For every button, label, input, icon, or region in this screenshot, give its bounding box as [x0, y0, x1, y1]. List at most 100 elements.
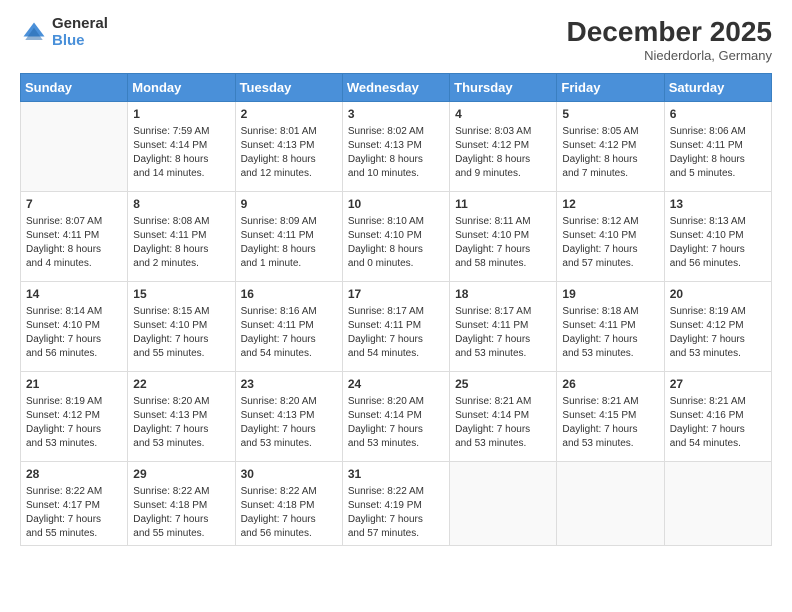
day-info: Sunrise: 7:59 AMSunset: 4:14 PMDaylight:… [133, 125, 229, 181]
col-sunday: Sunday [21, 74, 128, 102]
table-row: 29Sunrise: 8:22 AMSunset: 4:18 PMDayligh… [128, 462, 235, 546]
day-number: 27 [670, 376, 766, 393]
table-row: 10Sunrise: 8:10 AMSunset: 4:10 PMDayligh… [342, 192, 449, 282]
day-number: 7 [26, 196, 122, 213]
day-number: 25 [455, 376, 551, 393]
table-row: 12 Sunrise: 8:12 AMSunset: 4:10 PMDayligh… [557, 192, 664, 282]
table-row: 17Sunrise: 8:17 AMSunset: 4:11 PMDayligh… [342, 282, 449, 372]
day-number: 29 [133, 466, 229, 483]
table-row: 31 Sunrise: 8:22 AMSunset: 4:19 PMDayligh… [342, 462, 449, 546]
day-number: 15 [133, 286, 229, 303]
day-number: 28 [26, 466, 122, 483]
day-info: Sunrise: 8:12 AMSunset: 4:10 PMDaylight:… [562, 215, 658, 271]
table-row: 1 Sunrise: 7:59 AMSunset: 4:14 PMDaylight… [128, 102, 235, 192]
col-friday: Friday [557, 74, 664, 102]
day-info: Sunrise: 8:03 AMSunset: 4:12 PMDaylight:… [455, 125, 551, 181]
day-info: Sunrise: 8:17 AMSunset: 4:11 PMDaylight:… [455, 305, 551, 361]
day-number: 2 [241, 106, 337, 123]
page: General Blue December 2025 Niederdorla, … [0, 0, 792, 612]
day-info: Sunrise: 8:02 AMSunset: 4:13 PMDaylight:… [348, 125, 444, 181]
table-row: 2 Sunrise: 8:01 AMSunset: 4:13 PMDaylight… [235, 102, 342, 192]
day-number: 30 [241, 466, 337, 483]
table-row: 18 Sunrise: 8:17 AMSunset: 4:11 PMDayligh… [450, 282, 557, 372]
table-row: 26 Sunrise: 8:21 AMSunset: 4:15 PMDayligh… [557, 372, 664, 462]
day-info: Sunrise: 8:20 AMSunset: 4:13 PMDaylight:… [241, 395, 337, 451]
day-info: Sunrise: 8:22 AMSunset: 4:18 PMDaylight:… [241, 485, 337, 541]
day-info: Sunrise: 8:22 AMSunset: 4:17 PMDaylight:… [26, 485, 122, 541]
day-info: Sunrise: 8:16 AMSunset: 4:11 PMDaylight:… [241, 305, 337, 361]
table-row: 23 Sunrise: 8:20 AMSunset: 4:13 PMDayligh… [235, 372, 342, 462]
day-number: 9 [241, 196, 337, 213]
day-info: Sunrise: 8:08 AMSunset: 4:11 PMDaylight:… [133, 215, 229, 271]
logo-general-text: General [52, 16, 108, 33]
table-row: 13Sunrise: 8:13 AMSunset: 4:10 PMDayligh… [664, 192, 771, 282]
title-block: December 2025 Niederdorla, Germany [567, 16, 772, 63]
day-info: Sunrise: 8:13 AMSunset: 4:10 PMDaylight:… [670, 215, 766, 271]
table-row: 25 Sunrise: 8:21 AMSunset: 4:14 PMDayligh… [450, 372, 557, 462]
day-info: Sunrise: 8:22 AMSunset: 4:19 PMDaylight:… [348, 485, 444, 541]
table-row [450, 462, 557, 546]
day-info: Sunrise: 8:19 AMSunset: 4:12 PMDaylight:… [26, 395, 122, 451]
day-number: 16 [241, 286, 337, 303]
day-info: Sunrise: 8:11 AMSunset: 4:10 PMDaylight:… [455, 215, 551, 271]
calendar-subtitle: Niederdorla, Germany [567, 48, 772, 63]
day-number: 3 [348, 106, 444, 123]
day-number: 19 [562, 286, 658, 303]
day-info: Sunrise: 8:21 AMSunset: 4:14 PMDaylight:… [455, 395, 551, 451]
day-number: 31 [348, 466, 444, 483]
day-info: Sunrise: 8:19 AMSunset: 4:12 PMDaylight:… [670, 305, 766, 361]
col-saturday: Saturday [664, 74, 771, 102]
table-row: 21 Sunrise: 8:19 AMSunset: 4:12 PMDayligh… [21, 372, 128, 462]
table-row: 15 Sunrise: 8:15 AMSunset: 4:10 PMDayligh… [128, 282, 235, 372]
day-info: Sunrise: 8:06 AMSunset: 4:11 PMDaylight:… [670, 125, 766, 181]
day-number: 24 [348, 376, 444, 393]
day-number: 18 [455, 286, 551, 303]
table-row: 9Sunrise: 8:09 AMSunset: 4:11 PMDaylight… [235, 192, 342, 282]
day-number: 26 [562, 376, 658, 393]
day-number: 5 [562, 106, 658, 123]
table-row: 16 Sunrise: 8:16 AMSunset: 4:11 PMDayligh… [235, 282, 342, 372]
day-number: 14 [26, 286, 122, 303]
day-info: Sunrise: 8:01 AMSunset: 4:13 PMDaylight:… [241, 125, 337, 181]
col-thursday: Thursday [450, 74, 557, 102]
table-row: 8Sunrise: 8:08 AMSunset: 4:11 PMDaylight… [128, 192, 235, 282]
table-row [557, 462, 664, 546]
day-info: Sunrise: 8:10 AMSunset: 4:10 PMDaylight:… [348, 215, 444, 271]
day-number: 23 [241, 376, 337, 393]
day-info: Sunrise: 8:05 AMSunset: 4:12 PMDaylight:… [562, 125, 658, 181]
table-row: 4 Sunrise: 8:03 AMSunset: 4:12 PMDaylight… [450, 102, 557, 192]
day-info: Sunrise: 8:15 AMSunset: 4:10 PMDaylight:… [133, 305, 229, 361]
day-number: 1 [133, 106, 229, 123]
table-row: 5 Sunrise: 8:05 AMSunset: 4:12 PMDaylight… [557, 102, 664, 192]
day-info: Sunrise: 8:14 AMSunset: 4:10 PMDaylight:… [26, 305, 122, 361]
day-number: 4 [455, 106, 551, 123]
day-number: 21 [26, 376, 122, 393]
table-row: 3 Sunrise: 8:02 AMSunset: 4:13 PMDaylight… [342, 102, 449, 192]
day-info: Sunrise: 8:18 AMSunset: 4:11 PMDaylight:… [562, 305, 658, 361]
table-row: 14 Sunrise: 8:14 AMSunset: 4:10 PMDayligh… [21, 282, 128, 372]
day-number: 12 [562, 196, 658, 213]
calendar-title: December 2025 [567, 16, 772, 48]
day-info: Sunrise: 8:21 AMSunset: 4:15 PMDaylight:… [562, 395, 658, 451]
day-info: Sunrise: 8:21 AMSunset: 4:16 PMDaylight:… [670, 395, 766, 451]
calendar-table: Sunday Monday Tuesday Wednesday Thursday… [20, 73, 772, 546]
table-row [21, 102, 128, 192]
table-row: 28 Sunrise: 8:22 AMSunset: 4:17 PMDayligh… [21, 462, 128, 546]
table-row: 27 Sunrise: 8:21 AMSunset: 4:16 PMDayligh… [664, 372, 771, 462]
day-info: Sunrise: 8:20 AMSunset: 4:14 PMDaylight:… [348, 395, 444, 451]
header-row: Sunday Monday Tuesday Wednesday Thursday… [21, 74, 772, 102]
logo-icon [20, 19, 48, 47]
day-number: 22 [133, 376, 229, 393]
day-info: Sunrise: 8:17 AMSunset: 4:11 PMDaylight:… [348, 305, 444, 361]
table-row: 6Sunrise: 8:06 AMSunset: 4:11 PMDaylight… [664, 102, 771, 192]
day-number: 20 [670, 286, 766, 303]
table-row: 11Sunrise: 8:11 AMSunset: 4:10 PMDayligh… [450, 192, 557, 282]
table-row [664, 462, 771, 546]
header: General Blue December 2025 Niederdorla, … [20, 16, 772, 63]
table-row: 20 Sunrise: 8:19 AMSunset: 4:12 PMDayligh… [664, 282, 771, 372]
day-info: Sunrise: 8:07 AMSunset: 4:11 PMDaylight:… [26, 215, 122, 271]
logo-text: General Blue [52, 16, 108, 49]
col-monday: Monday [128, 74, 235, 102]
day-info: Sunrise: 8:20 AMSunset: 4:13 PMDaylight:… [133, 395, 229, 451]
table-row: 22 Sunrise: 8:20 AMSunset: 4:13 PMDayligh… [128, 372, 235, 462]
